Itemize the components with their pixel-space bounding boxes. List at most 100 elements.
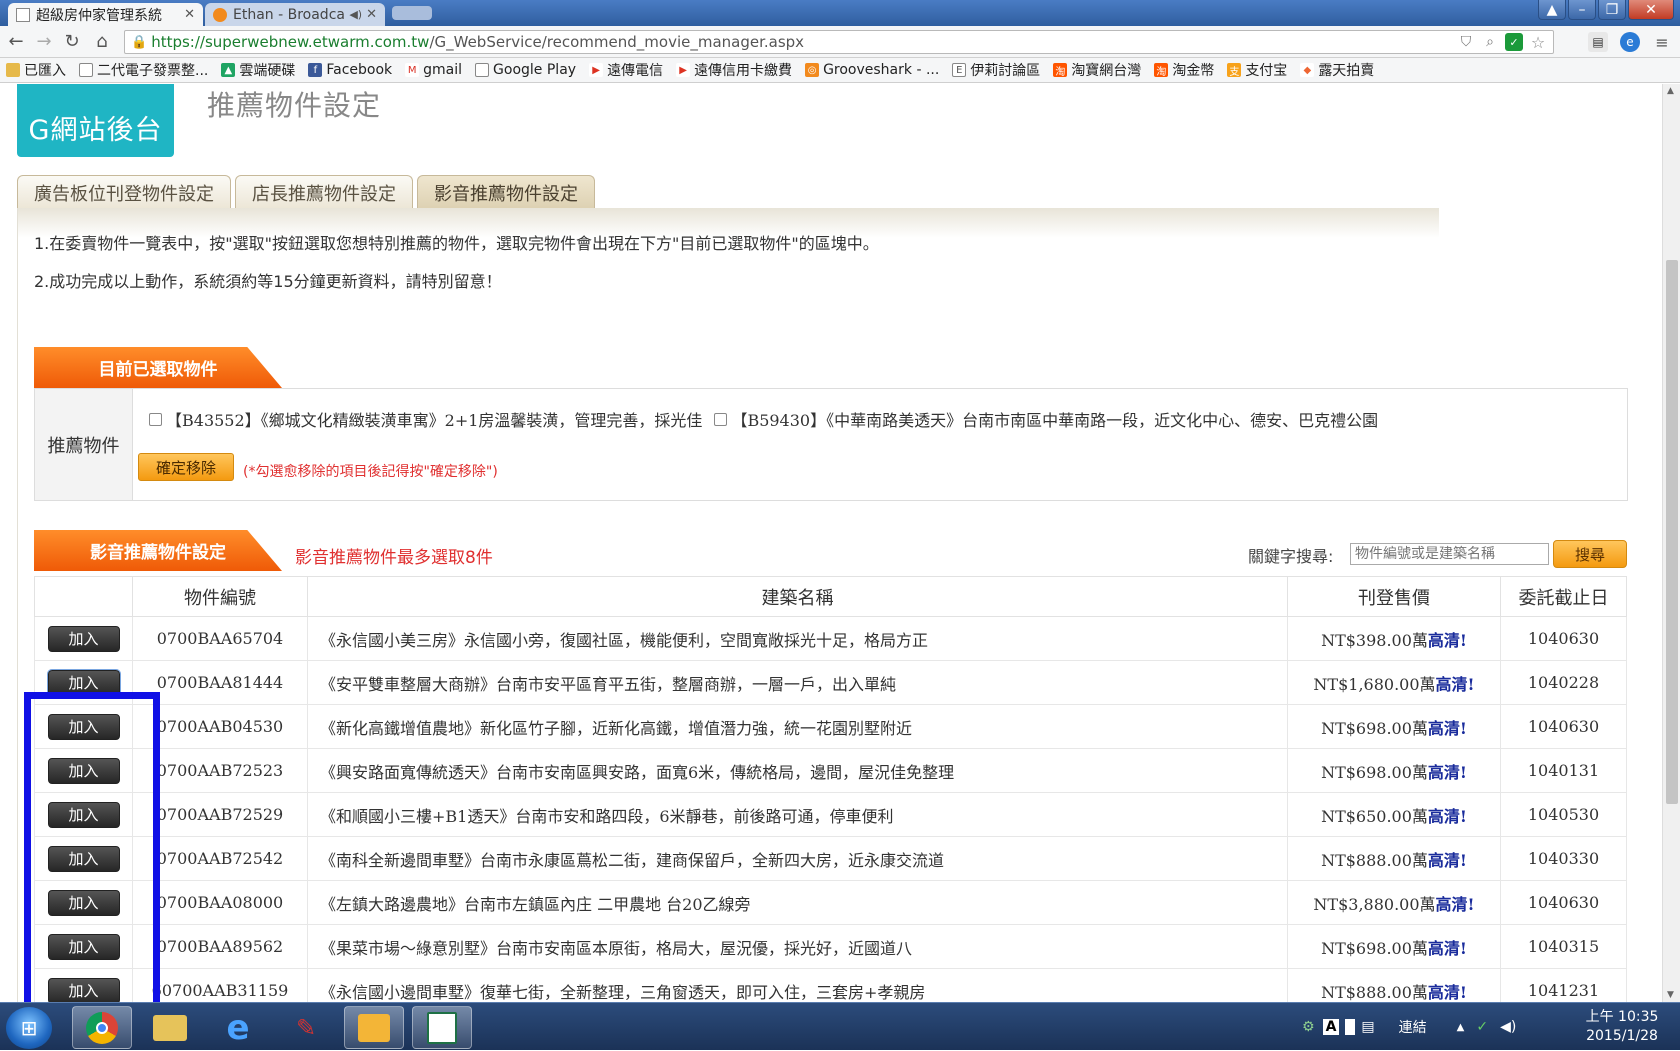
flag-icon[interactable]: ✓ [1476,1019,1488,1035]
scroll-up-icon[interactable]: ▲ [1667,86,1674,96]
bookmark-item[interactable]: 二代電子發票整... [79,60,208,80]
hd-badge[interactable]: 高清! [1428,631,1467,650]
url-text[interactable]: https://superwebnew.etwarm.com.tw/G_WebS… [151,33,1457,51]
hd-badge[interactable]: 高清! [1436,675,1475,694]
property-id: 0700BAA81444 [132,660,308,705]
chrome-taskbar-icon[interactable] [72,1006,132,1049]
close-tab-icon[interactable]: ✕ [366,7,377,22]
clock-date: 2015/1/28 [1586,1028,1658,1044]
hd-badge[interactable]: 高清! [1428,939,1467,958]
outlook-taskbar-icon[interactable] [344,1006,404,1049]
building-name[interactable]: 《安平雙車整層大商辦》台南市安平區育平五街，整層商辦，一層一戶，出入單純 [307,660,1288,705]
building-name[interactable]: 《永信國小邊間車墅》復華七街，全新整理，三角窗透天，即可入住，三套房+孝親房 [307,968,1288,1002]
notecape-taskbar-icon[interactable]: ✎ [276,1006,336,1049]
bookmark-label: 支付宝 [1245,63,1288,79]
ime-icon[interactable]: A [1322,1019,1340,1035]
excel-taskbar-icon[interactable] [412,1006,472,1049]
building-name[interactable]: 《南科全新邊間車墅》台南市永康區蔦松二街，建商保留戶，全新四大房，近永康交流道 [307,836,1288,881]
property-id: 0700AAB72529 [132,792,308,837]
add-button[interactable]: 加入 [47,889,120,916]
hd-badge[interactable]: 高清! [1428,719,1467,738]
bookmark-label: 遠傳信用卡繳費 [694,63,793,79]
page-scrollbar[interactable]: ▲ ▼ [1662,84,1680,1002]
add-button[interactable]: 加入 [47,845,120,872]
forward-icon[interactable]: → [34,32,54,52]
ie-tab-icon[interactable]: e [1620,32,1640,52]
shield-icon[interactable]: ⛉ [1457,33,1475,51]
add-button[interactable]: 加入 [47,933,120,960]
folder-icon [6,63,20,77]
hd-badge[interactable]: 高清! [1436,895,1475,914]
bookmark-item[interactable]: 淘淘金幣 [1154,60,1214,80]
search-button[interactable]: 搜尋 [1553,540,1627,568]
bookmark-item[interactable]: Google Play [475,62,576,78]
close-tab-icon[interactable]: ✕ [184,7,195,22]
home-icon[interactable]: ⌂ [92,32,112,52]
ime-settings-icon[interactable]: ▤ [1361,1019,1374,1035]
bookmark-item[interactable]: ▶ 遠傳電信 [589,60,663,80]
hd-badge[interactable]: 高清! [1428,807,1467,826]
confirm-remove-button[interactable]: 確定移除 [138,453,234,481]
site-logo[interactable]: G網站後台 [17,84,174,157]
tab-manager-recommend[interactable]: 店長推薦物件設定 [235,175,413,209]
back-icon[interactable]: ← [6,32,26,52]
bookmark-item[interactable]: 支支付宝 [1227,60,1287,80]
user-icon[interactable]: ▲ [1538,0,1566,20]
building-name[interactable]: 《左鎮大路邊農地》台南市左鎮區內庄 二甲農地 台20乙線旁 [307,880,1288,925]
maximize-icon[interactable]: ❐ [1598,0,1626,20]
building-name[interactable]: 《和順國小三樓+B1透天》台南市安和路四段，6米靜巷，前後路可通，停車便利 [307,792,1288,837]
tab-video-recommend[interactable]: 影音推薦物件設定 [417,175,595,209]
action-cell: 加入 [34,792,133,837]
column-header-action [34,576,133,617]
menu-icon[interactable]: ≡ [1652,32,1672,52]
ime-mode-icon[interactable] [1345,1019,1356,1035]
bookmark-item[interactable]: f Facebook [308,62,392,78]
volume-icon[interactable]: ◀) [1500,1019,1516,1035]
building-name[interactable]: 《新化高鐵增值農地》新化區竹子腳，近新化高鐵，增值潛力強，統一花園別墅附近 [307,704,1288,749]
bookmark-item[interactable]: ◎ Grooveshark - ... [805,62,939,78]
hd-badge[interactable]: 高清! [1428,851,1467,870]
bookmark-item[interactable]: 已匯入 [6,60,66,80]
start-button[interactable]: ⊞ [6,1007,52,1049]
tab-title: Ethan - Broadcast [233,6,346,23]
add-button[interactable]: 加入 [47,977,120,1002]
tab-ad-slot[interactable]: 廣告板位刊登物件設定 [17,175,231,209]
show-hidden-icon[interactable]: ▲ [1457,1022,1465,1033]
bookmark-item[interactable]: ▲ 雲端硬碟 [221,60,295,80]
building-name[interactable]: 《永信國小美三房》永信國小旁，復國社區，機能便利，空間寬敞採光十足，格局方正 [307,616,1288,661]
extension-icon[interactable]: ✓ [1505,33,1523,51]
add-button[interactable]: 加入 [46,668,121,697]
bookmark-item[interactable]: 淘淘寶網台灣 [1053,60,1141,80]
bookmark-item[interactable]: ▶ 遠傳信用卡繳費 [676,60,792,80]
hd-badge[interactable]: 高清! [1428,983,1467,1002]
address-bar[interactable]: 🔒 https://superwebnew.etwarm.com.tw/G_We… [124,30,1554,54]
add-button[interactable]: 加入 [47,757,120,784]
keyword-search-input[interactable] [1350,543,1549,565]
building-name[interactable]: 《果菜市場～綠意別墅》台南市安南區本原街，格局大，屋況優，採光好，近國道八 [307,924,1288,969]
minimize-icon[interactable]: – [1568,0,1596,20]
browser-tab-active[interactable]: 超級房仲家管理系統 ✕ [8,3,203,26]
bookmark-item[interactable]: E 伊莉討論區 [952,60,1040,80]
bookmark-item[interactable]: ◆ 露天拍賣 [1300,60,1374,80]
hd-badge[interactable]: 高清! [1428,763,1467,782]
reload-icon[interactable]: ↻ [62,32,82,52]
bookmark-item[interactable]: Mgmail [405,62,462,78]
add-button[interactable]: 加入 [47,713,120,740]
bookmark-star-icon[interactable]: ☆ [1529,33,1547,52]
explorer-taskbar-icon[interactable] [140,1006,200,1049]
browser-tab-inactive[interactable]: Ethan - Broadcast ◀) ✕ [205,3,385,26]
ie-taskbar-icon[interactable]: e [208,1006,268,1049]
building-name[interactable]: 《興安路面寬傳統透天》台南市安南區興安路，面寬6米，傳統格局，邊間，屋況佳免整理 [307,748,1288,793]
scroll-down-icon[interactable]: ▼ [1667,990,1674,1000]
zoom-icon[interactable]: ⌕ [1481,33,1499,51]
network-icon[interactable]: ⚙ [1302,1019,1315,1035]
selected-item-checkbox[interactable] [714,412,728,426]
new-tab-button[interactable] [392,6,432,20]
scrollbar-thumb[interactable] [1666,260,1678,804]
clock[interactable]: 上午 10:35 2015/1/28 [1572,1008,1672,1046]
extension-icon[interactable]: ▤ [1588,32,1608,52]
selected-item-checkbox[interactable] [149,412,162,426]
close-window-icon[interactable]: ✕ [1628,0,1674,20]
add-button[interactable]: 加入 [47,801,120,828]
add-button[interactable]: 加入 [47,625,120,652]
